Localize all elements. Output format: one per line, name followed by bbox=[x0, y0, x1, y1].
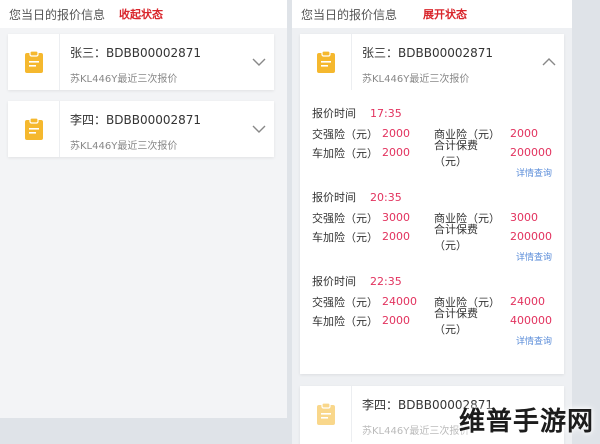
card-head[interactable]: 张三：BDBB00002871 苏KL446Y最近三次报价 bbox=[300, 34, 564, 90]
customer-name: 张三：BDBB00002871 bbox=[70, 46, 202, 60]
total-value: 200000 bbox=[510, 146, 552, 159]
state-label: 展开状态 bbox=[423, 8, 468, 21]
cjx-label: 车加险（元） bbox=[312, 146, 378, 160]
header-title: 您当日的报价信息 bbox=[9, 7, 106, 22]
quote-card-zhangsan[interactable]: 张三：BDBB00002871 苏KL446Y最近三次报价 bbox=[8, 34, 274, 90]
clipboard-icon bbox=[8, 34, 60, 90]
jqx-value: 24000 bbox=[382, 295, 417, 308]
customer-name: 李四：BDBB00002871 bbox=[70, 113, 202, 127]
expanded-quote-card: 张三：BDBB00002871 苏KL446Y最近三次报价 报价时间 17:35… bbox=[300, 34, 564, 374]
clipboard-icon bbox=[8, 101, 60, 157]
quote-time: 22:35 bbox=[370, 274, 402, 288]
detail-link[interactable]: 详情查询 bbox=[312, 250, 552, 264]
plate-subtitle: 苏KL446Y最近三次报价 bbox=[70, 74, 178, 85]
chevron-up-icon[interactable] bbox=[534, 34, 564, 90]
quote-time-label: 报价时间 bbox=[312, 107, 356, 120]
quote-entry: 报价时间 17:35 交强险（元） 2000 商业险（元） 2000 车加险（元） 2… bbox=[300, 104, 564, 180]
total-value: 400000 bbox=[510, 314, 552, 327]
quote-time-label: 报价时间 bbox=[312, 275, 356, 288]
cjx-label: 车加险（元） bbox=[312, 314, 378, 328]
panel-header: 您当日的报价信息 展开状态 bbox=[292, 0, 572, 28]
cjx-value: 2000 bbox=[382, 230, 410, 243]
total-label: 合计保费（元） bbox=[434, 306, 478, 336]
jqx-label: 交强险（元） bbox=[312, 127, 378, 141]
expanded-panel: 您当日的报价信息 展开状态 张三：BDBB00002871 苏KL446Y最近三… bbox=[292, 0, 572, 444]
plate-subtitle: 苏KL446Y最近三次报价 bbox=[362, 74, 470, 85]
jqx-label: 交强险（元） bbox=[312, 211, 378, 225]
quote-time: 17:35 bbox=[370, 106, 402, 120]
jqx-label: 交强险（元） bbox=[312, 295, 378, 309]
collapsed-panel: 您当日的报价信息 收起状态 张三：BDBB00002871 苏KL446Y最近三… bbox=[0, 0, 287, 418]
customer-name: 张三：BDBB00002871 bbox=[362, 46, 494, 60]
jqx-value: 2000 bbox=[382, 127, 410, 140]
quote-time-label: 报价时间 bbox=[312, 191, 356, 204]
clipboard-icon bbox=[300, 34, 352, 90]
detail-link[interactable]: 详情查询 bbox=[312, 166, 552, 180]
site-watermark: 维普手游网 bbox=[458, 407, 594, 437]
cjx-value: 2000 bbox=[382, 314, 410, 327]
quote-entry: 报价时间 22:35 交强险（元） 24000 商业险（元） 24000 车加险（元… bbox=[300, 272, 564, 348]
chevron-down-icon[interactable] bbox=[244, 34, 274, 90]
syx-value: 3000 bbox=[510, 211, 538, 224]
quote-card-lisi[interactable]: 李四：BDBB00002871 苏KL446Y最近三次报价 bbox=[8, 101, 274, 157]
header-title: 您当日的报价信息 bbox=[301, 7, 398, 22]
clipboard-icon bbox=[300, 386, 352, 442]
cjx-label: 车加险（元） bbox=[312, 230, 378, 244]
chevron-down-icon[interactable] bbox=[244, 101, 274, 157]
total-value: 200000 bbox=[510, 230, 552, 243]
syx-value: 2000 bbox=[510, 127, 538, 140]
detail-link[interactable]: 详情查询 bbox=[312, 334, 552, 348]
syx-value: 24000 bbox=[510, 295, 545, 308]
quote-time: 20:35 bbox=[370, 190, 402, 204]
total-label: 合计保费（元） bbox=[434, 138, 478, 168]
jqx-value: 3000 bbox=[382, 211, 410, 224]
total-label: 合计保费（元） bbox=[434, 222, 478, 252]
state-label: 收起状态 bbox=[119, 8, 164, 21]
cjx-value: 2000 bbox=[382, 146, 410, 159]
quote-entry: 报价时间 20:35 交强险（元） 3000 商业险（元） 3000 车加险（元） 2… bbox=[300, 188, 564, 264]
panel-header: 您当日的报价信息 收起状态 bbox=[0, 0, 287, 28]
plate-subtitle: 苏KL446Y最近三次报价 bbox=[70, 141, 178, 152]
